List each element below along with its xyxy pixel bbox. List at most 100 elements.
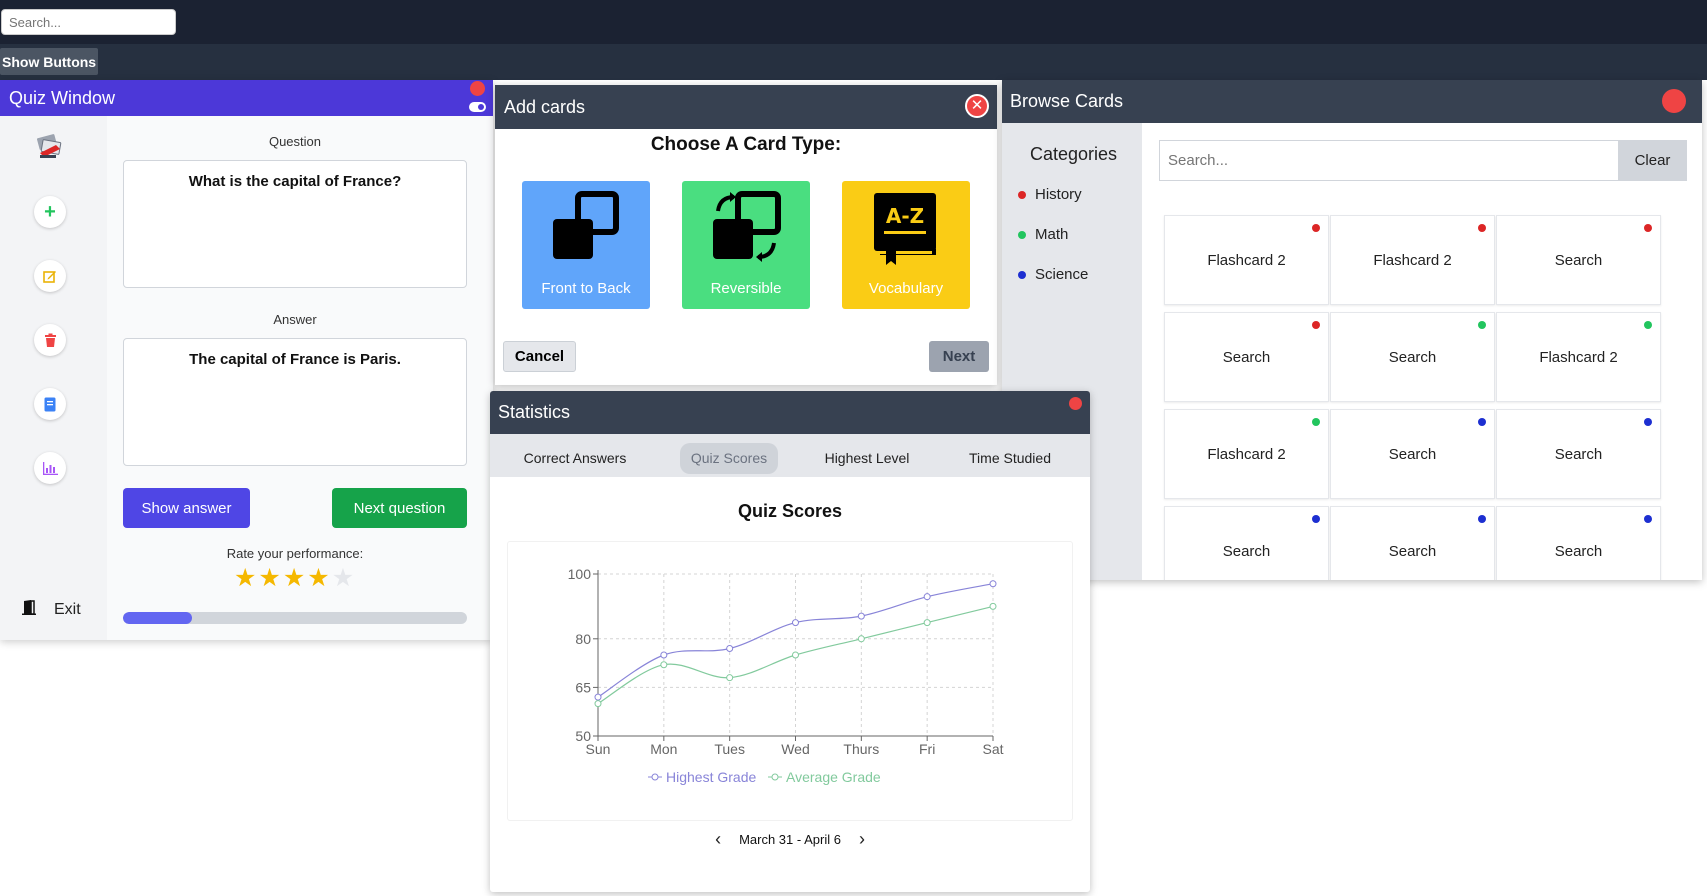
- plus-icon[interactable]: +: [34, 196, 66, 228]
- category-label: History: [1035, 186, 1082, 203]
- next-question-button[interactable]: Next question: [332, 488, 467, 528]
- browse-cards-header[interactable]: Browse Cards: [1002, 80, 1702, 123]
- category-dot: [1644, 418, 1652, 426]
- flashcard-label: Search: [1388, 445, 1437, 463]
- data-point: [726, 645, 734, 653]
- next-button[interactable]: Next: [929, 341, 989, 372]
- data-point: [923, 619, 931, 627]
- category-math[interactable]: Math: [1018, 226, 1068, 243]
- chart-icon[interactable]: [34, 452, 66, 484]
- data-point: [857, 612, 865, 620]
- close-icon[interactable]: [1662, 89, 1686, 113]
- data-point: [660, 651, 668, 659]
- category-science[interactable]: Science: [1018, 266, 1088, 283]
- categories-title: Categories: [1030, 144, 1118, 164]
- date-range: March 31 - April 6: [739, 832, 841, 847]
- category-dot: [1478, 515, 1486, 523]
- category-dot: [1018, 190, 1026, 199]
- exit-button[interactable]: Exit: [22, 599, 81, 620]
- y-tick-label: 65: [575, 679, 591, 695]
- flashcard-label: Flashcard 2: [1207, 445, 1286, 463]
- close-icon[interactable]: [470, 81, 485, 96]
- close-icon[interactable]: [1069, 397, 1082, 410]
- star-icon[interactable]: ★: [234, 565, 256, 591]
- flashcard[interactable]: Search: [1330, 312, 1495, 402]
- sub-bar: [0, 44, 1707, 80]
- quiz-main: Question What is the capital of France? …: [107, 116, 493, 640]
- y-tick-label: 80: [575, 631, 591, 647]
- chevron-left-icon[interactable]: ‹: [715, 829, 721, 850]
- flashcard[interactable]: Flashcard 2: [1330, 215, 1495, 305]
- rate-label: Rate your performance:: [226, 546, 364, 561]
- category-dot: [1644, 321, 1652, 329]
- card-type-vocabulary[interactable]: A-Z Vocabulary: [842, 181, 970, 309]
- browse-cards-window: Browse Cards Categories History Math Sci…: [1002, 80, 1702, 580]
- question-field[interactable]: What is the capital of France?: [123, 160, 467, 288]
- data-point: [792, 651, 799, 659]
- legend-marker: [771, 773, 779, 781]
- show-answer-button[interactable]: Show answer: [123, 488, 250, 528]
- tab-correct-answers[interactable]: Correct Answers: [508, 443, 642, 474]
- quiz-sidebar: + Exit: [0, 116, 107, 640]
- date-navigation: ‹ March 31 - April 6 ›: [490, 829, 1090, 850]
- flashcard[interactable]: Flashcard 2: [1164, 409, 1329, 499]
- category-dot: [1312, 224, 1320, 232]
- top-bar: [0, 0, 1707, 44]
- card-type-label: Front to Back: [541, 280, 631, 297]
- front-back-icon: [553, 191, 619, 259]
- add-cards-header[interactable]: Add cards ✕: [495, 85, 997, 129]
- data-point: [989, 602, 997, 610]
- star-icon[interactable]: ★: [332, 565, 354, 591]
- flashcard[interactable]: Flashcard 2: [1164, 215, 1329, 305]
- star-icon[interactable]: ★: [258, 565, 280, 591]
- cancel-button[interactable]: Cancel: [503, 341, 576, 372]
- cards-logo-icon: [34, 130, 66, 162]
- chevron-right-icon[interactable]: ›: [859, 829, 865, 850]
- answer-text: The capital of France is Paris.: [189, 351, 401, 368]
- data-point: [792, 619, 799, 627]
- toggle-icon[interactable]: [469, 102, 486, 112]
- flashcard-label: Search: [1388, 542, 1437, 560]
- flashcard[interactable]: Search: [1496, 215, 1661, 305]
- flashcard-label: Search: [1554, 445, 1603, 463]
- card-type-reversible[interactable]: Reversible: [682, 181, 810, 309]
- question-label: Question: [268, 134, 322, 149]
- clear-button[interactable]: Clear: [1618, 140, 1687, 181]
- star-icon[interactable]: ★: [283, 565, 305, 591]
- x-tick-label: Sun: [586, 741, 611, 757]
- card-search-input[interactable]: [1159, 140, 1618, 181]
- show-buttons-button[interactable]: Show Buttons: [0, 48, 99, 75]
- flashcard[interactable]: Search: [1330, 506, 1495, 580]
- star-icon[interactable]: ★: [307, 565, 329, 591]
- close-icon[interactable]: ✕: [965, 94, 989, 118]
- tab-quiz-scores[interactable]: Quiz Scores: [680, 443, 778, 474]
- statistics-header[interactable]: Statistics: [490, 391, 1090, 434]
- tab-time-studied[interactable]: Time Studied: [950, 443, 1070, 474]
- category-dot: [1644, 224, 1652, 232]
- star-rating[interactable]: ★ ★ ★ ★ ★: [234, 565, 354, 591]
- quiz-window-header[interactable]: Quiz Window: [0, 80, 493, 116]
- card-type-front-back[interactable]: Front to Back: [522, 181, 650, 309]
- edit-icon[interactable]: [34, 260, 66, 292]
- book-icon[interactable]: [34, 388, 66, 420]
- x-tick-label: Mon: [650, 741, 677, 757]
- card-type-label: Reversible: [710, 280, 782, 297]
- question-text: What is the capital of France?: [188, 173, 402, 190]
- add-cards-title: Add cards: [504, 96, 586, 117]
- statistics-tabs: Correct Answers Quiz Scores Highest Leve…: [490, 434, 1090, 477]
- answer-field[interactable]: The capital of France is Paris.: [123, 338, 467, 466]
- category-dot: [1478, 418, 1486, 426]
- flashcard[interactable]: Search: [1164, 312, 1329, 402]
- tab-highest-level[interactable]: Highest Level: [812, 443, 922, 474]
- category-history[interactable]: History: [1018, 186, 1082, 203]
- global-search-input[interactable]: [1, 9, 176, 35]
- flashcard[interactable]: Search: [1164, 506, 1329, 580]
- statistics-window: Statistics Correct Answers Quiz Scores H…: [490, 391, 1090, 892]
- flashcard-label: Search: [1222, 542, 1271, 560]
- x-tick-label: Sat: [982, 741, 1003, 757]
- flashcard[interactable]: Search: [1330, 409, 1495, 499]
- flashcard[interactable]: Flashcard 2: [1496, 312, 1661, 402]
- trash-icon[interactable]: [34, 324, 66, 356]
- flashcard[interactable]: Search: [1496, 506, 1661, 580]
- flashcard[interactable]: Search: [1496, 409, 1661, 499]
